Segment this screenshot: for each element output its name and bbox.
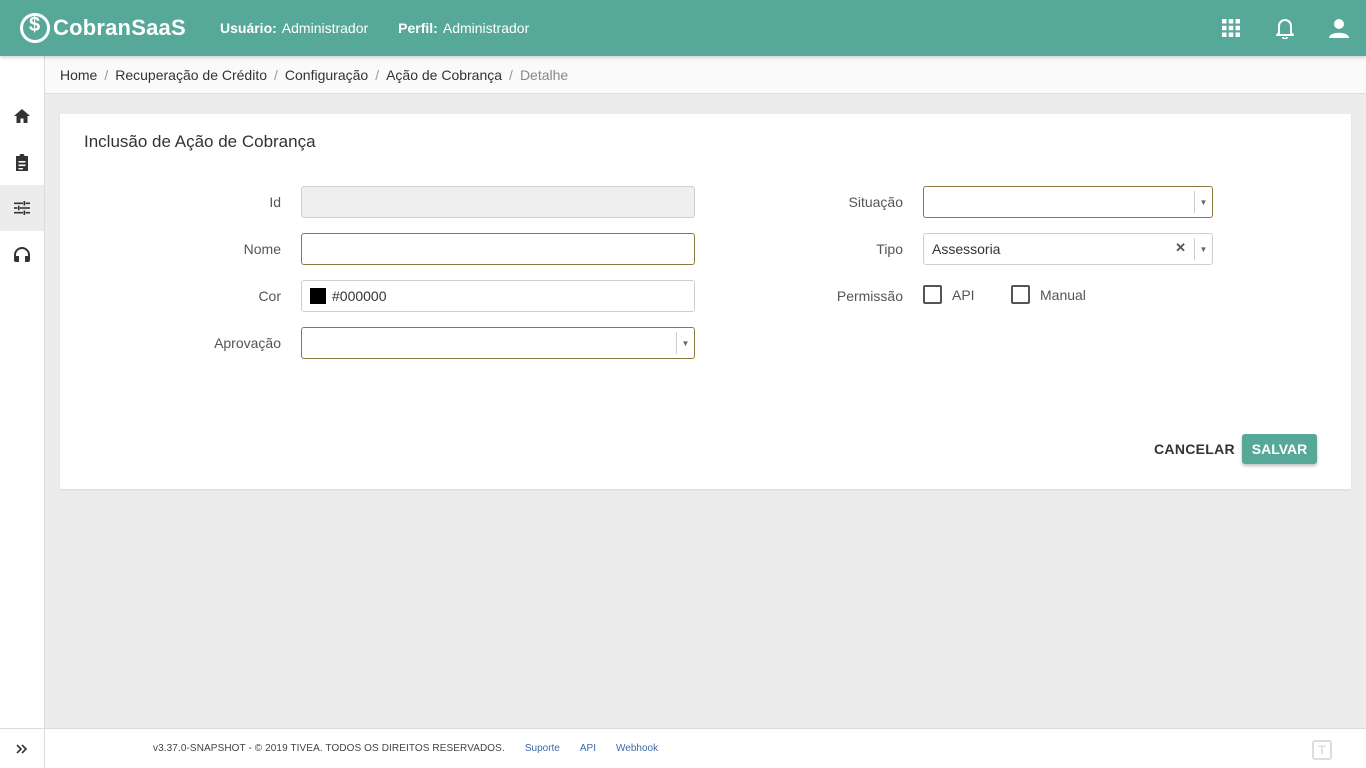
double-chevron-right-icon	[16, 743, 28, 754]
cor-value: #000000	[332, 288, 387, 304]
logo-text: CobranSaaS	[53, 15, 186, 40]
sidebar-item-support[interactable]	[0, 231, 44, 277]
permissao-label: Permissão	[836, 288, 903, 304]
situacao-label: Situação	[848, 194, 903, 210]
permissao-manual-label: Manual	[1040, 286, 1086, 303]
profile-label: Perfil:	[398, 20, 438, 36]
breadcrumb-configuracao[interactable]: Configuração	[285, 67, 368, 83]
top-header: CobranSaaS Usuário:Administrador Perfil:…	[0, 0, 1366, 56]
footer-link-webhook[interactable]: Webhook	[616, 743, 658, 754]
tivea-logo-icon: T	[1312, 740, 1332, 760]
tipo-value: Assessoria	[932, 241, 1001, 257]
user-label: Usuário:	[220, 20, 277, 36]
aprovacao-label: Aprovação	[214, 335, 281, 351]
situacao-select[interactable]: ▼	[923, 186, 1213, 218]
form-card: Inclusão de Ação de Cobrança Id Nome Cor…	[60, 114, 1351, 489]
permissao-api-label: API	[952, 286, 975, 303]
clipboard-icon	[16, 153, 28, 171]
user-icon[interactable]	[1312, 0, 1366, 56]
nome-input[interactable]	[301, 233, 695, 265]
breadcrumb-acao-cobranca[interactable]: Ação de Cobrança	[386, 67, 502, 83]
sidebar-item-home[interactable]	[0, 93, 44, 139]
aprovacao-select[interactable]: ▼	[301, 327, 695, 359]
breadcrumb-recuperacao[interactable]: Recuperação de Crédito	[115, 67, 267, 83]
sidebar-expand-button[interactable]	[0, 728, 44, 768]
breadcrumb-current: Detalhe	[519, 66, 569, 83]
left-sidebar	[0, 56, 45, 768]
breadcrumb-separator: /	[509, 66, 513, 83]
apps-grid-icon[interactable]	[1204, 0, 1258, 56]
footer-link-api[interactable]: API	[580, 743, 596, 754]
save-button[interactable]: SALVAR	[1242, 434, 1317, 464]
tipo-select[interactable]: Assessoria ✕ ▼	[923, 233, 1213, 265]
permissao-manual-checkbox[interactable]: Manual	[1011, 285, 1086, 304]
permissao-api-checkbox[interactable]: API	[923, 285, 975, 304]
bell-icon[interactable]	[1258, 0, 1312, 56]
id-label: Id	[269, 194, 281, 210]
footer-copyright: v3.37.0-SNAPSHOT - © 2019 TIVEA. TODOS O…	[153, 743, 505, 754]
sidebar-item-clipboard[interactable]	[0, 139, 44, 185]
sidebar-item-settings[interactable]	[0, 185, 44, 231]
user-value: Administrador	[281, 20, 369, 36]
breadcrumb-home[interactable]: Home	[60, 67, 97, 83]
sliders-icon	[14, 201, 30, 215]
header-user-info: Usuário: Administrador Perfil: Administrad…	[220, 20, 559, 36]
chevron-down-icon[interactable]: ▼	[1194, 191, 1212, 213]
app-logo[interactable]: CobranSaaS	[20, 13, 220, 43]
breadcrumb: Home / Recuperação de Crédito / Configur…	[45, 56, 1366, 94]
chevron-down-icon[interactable]: ▼	[676, 332, 694, 354]
color-swatch[interactable]	[310, 288, 326, 304]
id-field	[301, 186, 695, 218]
cor-picker[interactable]: #000000	[301, 280, 695, 312]
logo-coin-icon	[20, 13, 50, 43]
home-icon	[14, 109, 30, 123]
checkbox-box[interactable]	[923, 285, 942, 304]
breadcrumb-separator: /	[104, 66, 109, 83]
checkbox-box[interactable]	[1011, 285, 1030, 304]
page-title: Inclusão de Ação de Cobrança	[84, 132, 316, 151]
nome-label: Nome	[243, 241, 281, 257]
cor-label: Cor	[258, 288, 281, 304]
tipo-label: Tipo	[876, 241, 903, 257]
profile-value: Administrador	[442, 20, 530, 36]
clear-icon[interactable]: ✕	[1175, 240, 1186, 256]
chevron-down-icon[interactable]: ▼	[1194, 238, 1212, 260]
cancel-button[interactable]: CANCELAR	[1144, 434, 1245, 464]
breadcrumb-separator: /	[274, 66, 278, 83]
breadcrumb-separator: /	[375, 66, 380, 83]
footer: v3.37.0-SNAPSHOT - © 2019 TIVEA. TODOS O…	[45, 728, 1366, 768]
headset-icon	[14, 246, 30, 262]
footer-link-suporte[interactable]: Suporte	[525, 743, 560, 754]
